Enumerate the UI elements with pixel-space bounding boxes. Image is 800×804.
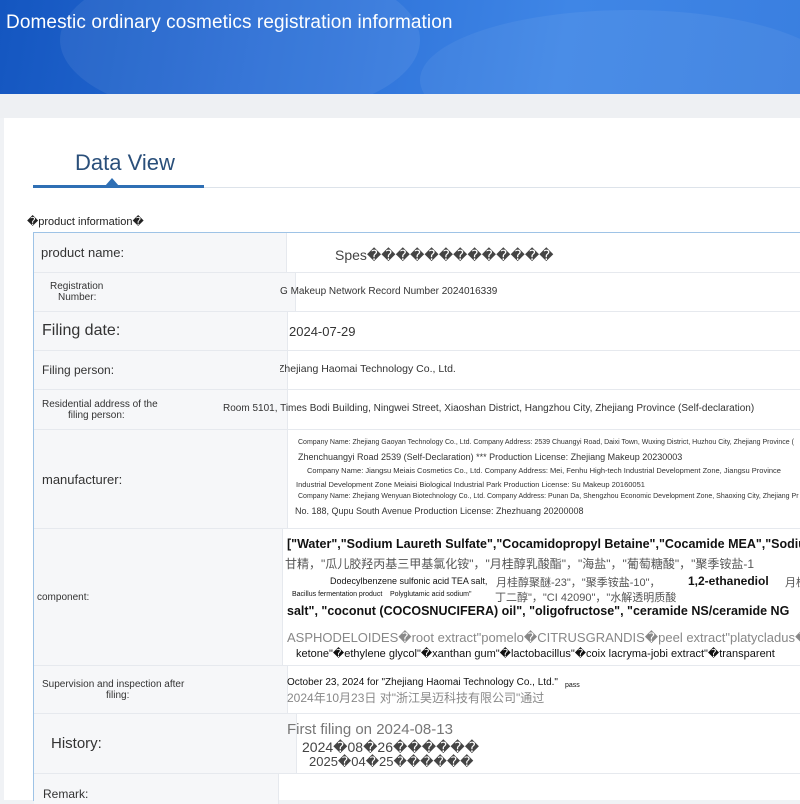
row-filing-date: Filing date: 2024-07-29 [34,312,800,351]
component-line: 月桂醇聚醚-23"，"聚季铵盐-10"， [496,577,661,589]
row-registration-number: Registration Number: Zhe G Makeup Networ… [34,273,800,312]
component-line: Polyglutamic acid sodium" [390,591,472,598]
row-residential-address: Residential address of the filing person… [34,390,800,430]
value-manufacturer: Company Name: Zhejiang Gaoyan Technology… [280,430,800,528]
manufacturer-line: Industrial Development Zone Meiaisi Biol… [296,480,645,489]
component-line: 1,2-ethanediol [688,574,769,588]
product-name-text: Spes������������� [335,247,554,263]
value-residential-address: Room 5101, Times Bodi Building, Ningwei … [223,390,800,429]
row-supervision: Supervision and inspection after filing:… [34,666,800,714]
component-line: ketone"�ethylene glycol"�xanthan gum"�la… [296,648,775,660]
value-filing-date: 2024-07-29 [280,312,800,350]
component-line: 甘精，"瓜儿胶羟丙基三甲基氯化铵"，"月桂醇乳酸酯"，"海盐"，"葡萄糖酸"，"… [285,557,755,571]
filing-person-text: Zhejiang Haomai Technology Co., Ltd. [280,363,456,375]
label-registration-number: Registration Number: [34,273,296,311]
label-filing-person: Filing person: [34,351,288,389]
component-line: ASPHODELOIDES�root extract"pomelo�CITRUS… [287,630,800,645]
value-registration-number: Zhe G Makeup Network Record Number 20240… [280,273,800,311]
component-line: salt", "coconut (COCOSNUCIFERA) oil", "o… [287,604,790,618]
supervision-text-original: 2024年10月23日 对"浙江昊迈科技有限公司"通过 [287,691,545,705]
page-title: Domestic ordinary cosmetics registration… [6,12,453,33]
component-line: ["Water","Sodium Laureth Sulfate","Cocam… [287,537,800,551]
row-manufacturer: manufacturer: Company Name: Zhejiang Gao… [34,430,800,529]
history-entry: First filing on 2024-08-13 [287,721,453,738]
tab-divider [204,187,800,188]
row-component: component: ["Water","Sodium Laureth Sulf… [34,529,800,666]
label-filing-date: Filing date: [34,312,288,350]
label-address-line2: filing person: [68,409,125,421]
filing-date-text: 2024-07-29 [289,324,356,339]
component-line: Bacillus fermentation product [292,591,383,598]
manufacturer-line: Zhenchuangyi Road 2539 (Self-Declaration… [298,452,683,462]
label-product-name: product name: [34,233,287,272]
tab-caret-icon [105,178,119,186]
row-filing-person: Filing person: Zhejiang Haomai Technolog… [34,351,800,390]
label-address-line1: Residential address of the [42,398,158,410]
manufacturer-line: No. 188, Qupu South Avenue Production Li… [295,506,584,516]
component-line: 月桂 [785,577,800,589]
value-filing-person: Zhejiang Haomai Technology Co., Ltd. [280,351,800,389]
manufacturer-line: Company Name: Zhejiang Gaoyan Technology… [298,439,794,446]
value-product-name: Spes������������� [280,233,800,272]
label-supervision: Supervision and inspection after filing: [34,666,288,713]
page-spacer [0,94,800,118]
banner-decoration [420,10,800,94]
section-label: �product information� [27,216,144,228]
manufacturer-line: Company Name: Jiangsu Meiais Cosmetics C… [307,466,781,475]
supervision-status: pass [565,682,580,689]
value-component: ["Water","Sodium Laureth Sulfate","Cocam… [280,529,800,665]
row-history: History: First filing on 2024-08-13 2024… [34,714,800,774]
residential-address-text: Room 5101, Times Bodi Building, Ningwei … [223,403,755,414]
component-line: 丁二醇"，"CI 42090"，"水解透明质酸 [495,592,677,604]
registration-number-text: Zhe G Makeup Network Record Number 20240… [280,286,498,297]
component-line: Dodecylbenzene sulfonic acid TEA salt, [330,576,488,586]
label-supervision-line2: filing: [106,689,130,701]
label-registration-line1: Registration [50,281,104,292]
supervision-text: October 23, 2024 for "Zhejiang Haomai Te… [287,677,558,688]
value-supervision: October 23, 2024 for "Zhejiang Haomai Te… [280,666,800,713]
value-history: First filing on 2024-08-13 2024�08�26���… [280,714,800,773]
label-registration-line2: Number: [58,292,97,303]
header-banner: Domestic ordinary cosmetics registration… [0,0,800,94]
row-product-name: product name: Spes������������� [34,233,800,273]
label-history: History: [34,714,297,773]
history-entry: 2025�04�25������ [309,754,474,769]
tab-data-view[interactable]: Data View [75,150,175,176]
label-supervision-line1: Supervision and inspection after [42,678,185,690]
manufacturer-line: Company Name: Zhejiang Wenyuan Biotechno… [298,493,799,500]
info-table: product name: Spes������������� Registra… [33,232,800,804]
label-manufacturer: manufacturer: [34,430,288,528]
label-component: component: [34,529,283,665]
